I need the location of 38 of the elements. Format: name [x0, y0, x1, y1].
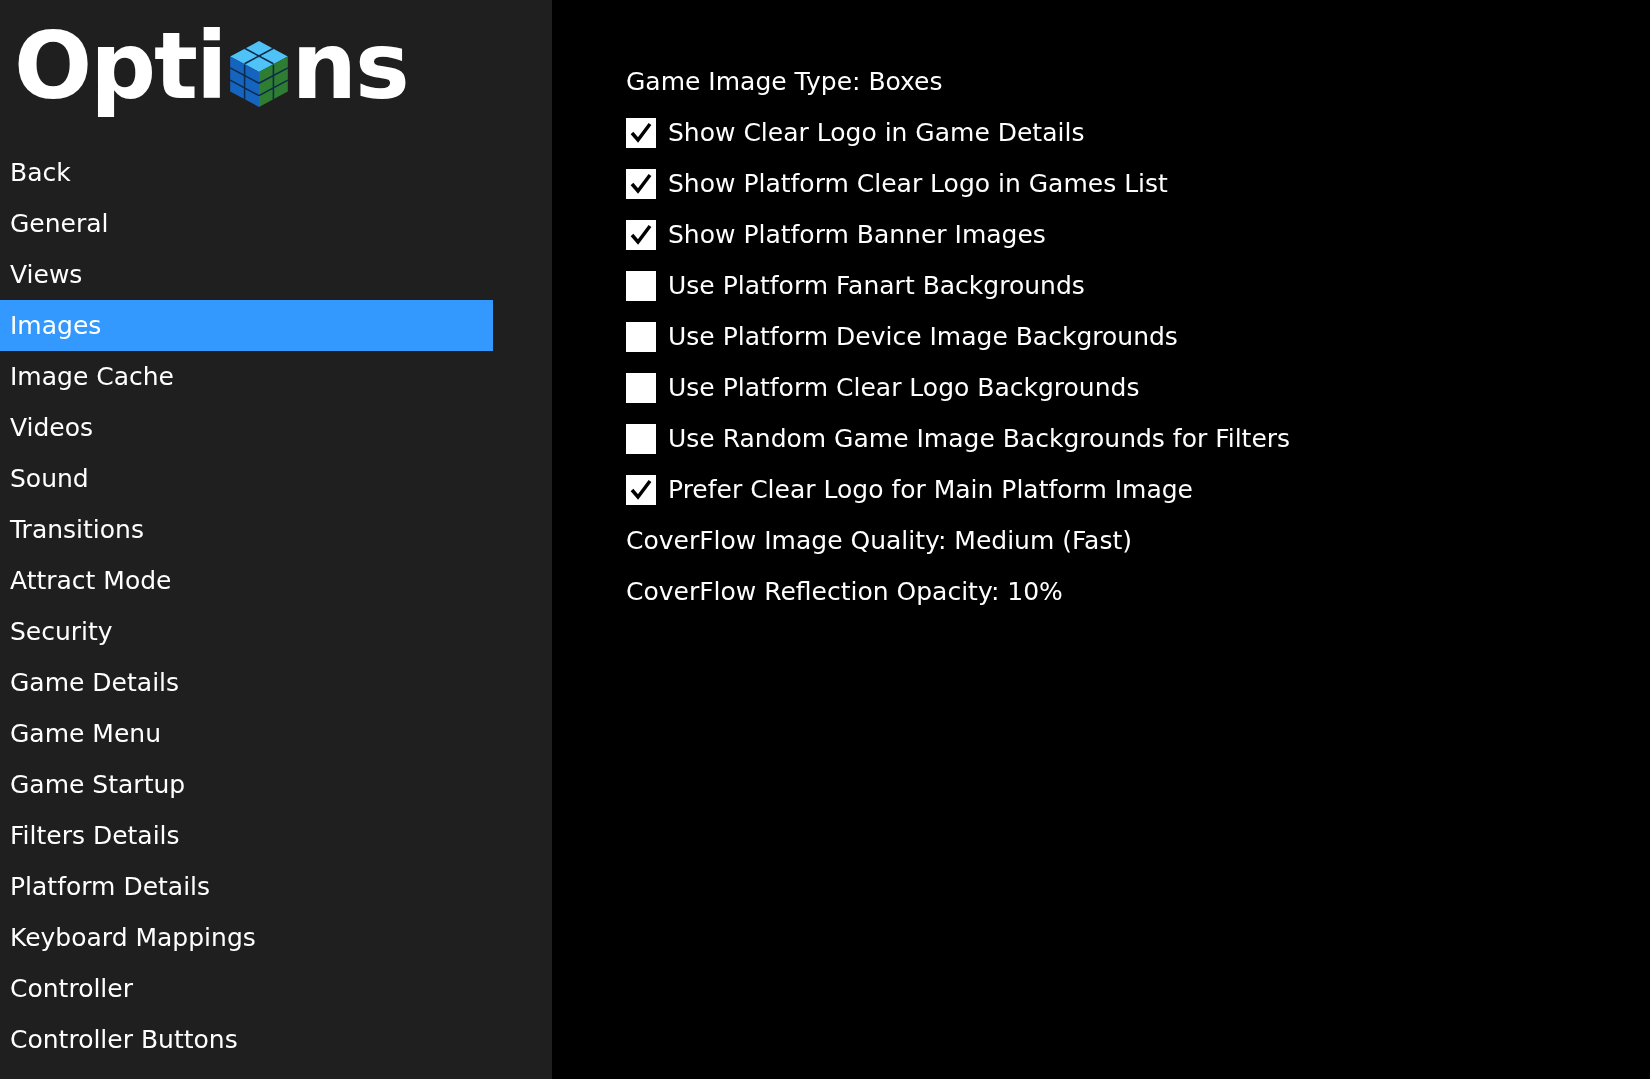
sidebar-item[interactable]: Transitions — [0, 504, 493, 555]
checkbox-label[interactable]: Use Random Game Image Backgrounds for Filters — [668, 424, 1291, 453]
sidebar-item[interactable]: Platform Details — [0, 861, 493, 912]
checkbox-label[interactable]: Show Platform Banner Images — [668, 220, 1046, 249]
checkbox[interactable] — [626, 423, 656, 454]
sidebar-item[interactable]: General — [0, 198, 493, 249]
setting-text[interactable]: CoverFlow Reflection Opacity: 10% — [626, 577, 1063, 606]
sidebar-item[interactable]: Game Startup — [0, 759, 493, 810]
logo-text: ns — [291, 21, 408, 113]
sidebar-item[interactable]: Security — [0, 606, 493, 657]
sidebar-item[interactable]: Back — [0, 147, 493, 198]
setting-text[interactable]: CoverFlow Image Quality: Medium (Fast) — [626, 526, 1132, 555]
checkbox[interactable] — [626, 117, 656, 148]
sidebar-item[interactable]: Videos — [0, 402, 493, 453]
checkbox[interactable] — [626, 372, 656, 403]
checkbox[interactable] — [626, 219, 656, 250]
sidebar-item[interactable]: Image Cache — [0, 351, 493, 402]
sidebar-item[interactable]: Game Menu — [0, 708, 493, 759]
checkbox-label[interactable]: Show Clear Logo in Game Details — [668, 118, 1085, 147]
sidebar-item[interactable]: Views — [0, 249, 493, 300]
checkbox-label[interactable]: Prefer Clear Logo for Main Platform Image — [668, 475, 1193, 504]
checkbox-label[interactable]: Use Platform Fanart Backgrounds — [668, 271, 1085, 300]
checkbox-label[interactable]: Use Platform Clear Logo Backgrounds — [668, 373, 1140, 402]
sidebar-item[interactable]: Game Details — [0, 657, 493, 708]
sidebar-item[interactable]: Keyboard Mappings — [0, 912, 493, 963]
checkbox-label[interactable]: Use Platform Device Image Backgrounds — [668, 322, 1178, 351]
sidebar-item[interactable]: Attract Mode — [0, 555, 493, 606]
sidebar-item[interactable]: Sound — [0, 453, 493, 504]
setting-text[interactable]: Game Image Type: Boxes — [626, 67, 943, 96]
sidebar-item[interactable]: Controller — [0, 963, 493, 1014]
cube-icon — [227, 39, 290, 109]
sidebar-item[interactable]: Filters Details — [0, 810, 493, 861]
checkbox[interactable] — [626, 270, 656, 301]
sidebar-item[interactable]: Controller Buttons — [0, 1014, 493, 1065]
checkbox[interactable] — [626, 474, 656, 505]
checkbox[interactable] — [626, 168, 656, 199]
checkbox[interactable] — [626, 321, 656, 352]
checkbox-label[interactable]: Show Platform Clear Logo in Games List — [668, 169, 1168, 198]
